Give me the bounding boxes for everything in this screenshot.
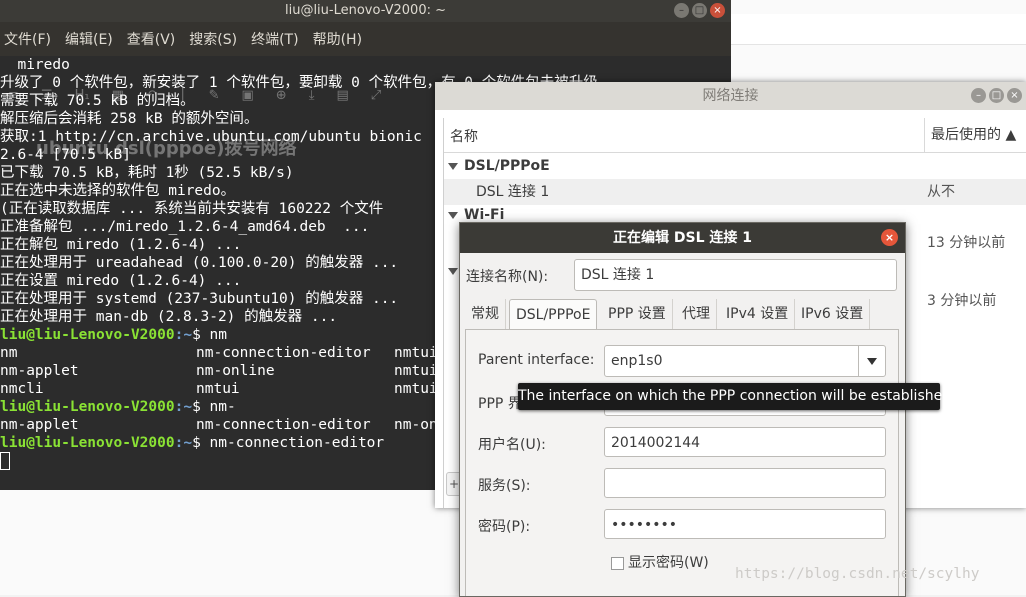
tab-ipv6-settings[interactable]: IPv6 设置 (795, 299, 871, 329)
dialog-titlebar: 正在编辑 DSL 连接 1 × (460, 223, 905, 253)
close-icon[interactable]: × (710, 3, 725, 18)
completion-item: nm-applet (0, 363, 79, 379)
terminal-titlebar: liu@liu-Lenovo-V2000: ~ – □ × (0, 0, 731, 22)
terminal-menubar: 文件(F) 编辑(E) 查看(V) 搜索(S) 终端(T) 帮助(H) (0, 22, 731, 56)
show-password-checkbox[interactable] (611, 557, 624, 570)
menu-search[interactable]: 搜索(S) (189, 29, 237, 49)
connection-row-dsl[interactable]: DSL 连接 1 从不 (444, 179, 1026, 205)
terminal-line: miredo (0, 57, 70, 73)
expander-icon (448, 162, 458, 170)
completion-item: nmtui (394, 363, 438, 379)
group-dsl-label: DSL/PPPoE (464, 158, 550, 174)
watermark: https://blog.csdn.net/scylhy (735, 566, 980, 582)
chevron-down-icon (867, 358, 877, 365)
service-field[interactable] (604, 468, 886, 498)
prompt-user: liu@liu-Lenovo-V2000 (0, 327, 175, 343)
tab-proxy[interactable]: 代理 (676, 299, 717, 329)
tooltip: The interface on which the PPP connectio… (518, 383, 956, 410)
username-label: 用户名(U): (478, 437, 546, 453)
completion-item: nm-online (196, 363, 275, 379)
dsl-settings-panel: Parent interface: enp1s0 PPP 界面(I): ppp … (465, 329, 899, 596)
parent-interface-label: Parent interface: (478, 352, 595, 368)
connection-last-used: 13 分钟以前 (927, 235, 1006, 251)
show-password-label: 显示密码(W) (628, 555, 709, 571)
network-connections-title: 网络连接 (702, 88, 759, 104)
parent-interface-select[interactable]: enp1s0 (604, 345, 886, 377)
minimize-icon[interactable]: – (971, 88, 986, 103)
menu-edit[interactable]: 编辑(E) (65, 29, 113, 49)
menu-view[interactable]: 查看(V) (127, 29, 176, 49)
minimize-icon[interactable]: – (674, 3, 689, 18)
completion-item: nmtui (394, 345, 438, 361)
parent-interface-value: enp1s0 (611, 353, 663, 369)
terminal-title: liu@liu-Lenovo-V2000: ~ (284, 3, 447, 18)
completion-item: nm (0, 345, 18, 361)
close-icon[interactable]: × (1007, 88, 1022, 103)
maximize-icon[interactable]: □ (692, 3, 707, 18)
group-wifi-label: Wi-Fi (464, 207, 505, 223)
completion-item: nm-applet (0, 417, 79, 433)
terminal-cursor (0, 452, 10, 470)
completion-item: nmtui (196, 381, 240, 397)
column-header-name[interactable]: 名称 (450, 126, 478, 146)
connection-list-header: 名称 最后使用的 ▲ (444, 118, 1026, 153)
prompt-user: liu@liu-Lenovo-V2000 (0, 435, 175, 451)
prompt-path: :~ (174, 327, 193, 343)
tab-ipv4-settings[interactable]: IPv4 设置 (720, 299, 796, 329)
password-label: 密码(P): (478, 519, 531, 535)
expander-icon (448, 211, 458, 219)
network-window-controls: – □ × (971, 88, 1022, 103)
close-icon[interactable]: × (881, 229, 898, 246)
menu-terminal[interactable]: 终端(T) (251, 29, 298, 49)
username-field[interactable]: 2014002144 (604, 427, 886, 457)
network-connections-titlebar: 网络连接 – □ × (435, 82, 1026, 110)
tab-ppp-settings[interactable]: PPP 设置 (602, 299, 673, 329)
prompt-user: liu@liu-Lenovo-V2000 (0, 399, 175, 415)
tab-general[interactable]: 常规 (465, 299, 506, 329)
dialog-title: 正在编辑 DSL 连接 1 (613, 230, 752, 246)
prompt-command: $ nm- (192, 399, 236, 415)
prompt-command: $ nm-connection-editor (192, 435, 385, 451)
service-label: 服务(S): (478, 478, 531, 494)
prompt-command: $ nm (192, 327, 227, 343)
group-dsl[interactable]: DSL/PPPoE (444, 153, 1026, 179)
completion-item: nm-connection-editor (196, 345, 371, 361)
completion-item: nm-connection-editor (196, 417, 371, 433)
connection-last-used: 从不 (927, 184, 955, 200)
completion-item: nm-on (394, 417, 438, 433)
dropdown-arrow[interactable] (858, 346, 885, 376)
settings-tabs: 常规 DSL/PPPoE PPP 设置 代理 IPv4 设置 IPv6 设置 (465, 299, 897, 330)
expander-icon (448, 267, 458, 275)
prompt-path: :~ (174, 435, 193, 451)
menu-help[interactable]: 帮助(H) (313, 29, 362, 49)
tab-dsl-pppoe[interactable]: DSL/PPPoE (509, 299, 598, 330)
background-page-strip (720, 14, 1026, 45)
maximize-icon[interactable]: □ (989, 88, 1004, 103)
column-header-last-used[interactable]: 最后使用的 ▲ (924, 118, 1026, 152)
menu-file[interactable]: 文件(F) (4, 29, 51, 49)
connection-name-field[interactable]: DSL 连接 1 (574, 259, 897, 291)
completion-item: nmcli (0, 381, 44, 397)
connection-name-label: 连接名称(N): (466, 269, 549, 285)
terminal-window-controls: – □ × (674, 3, 725, 18)
connection-name: DSL 连接 1 (476, 184, 550, 200)
connection-last-used: 3 分钟以前 (927, 293, 997, 309)
completion-item: nmtui (394, 381, 438, 397)
prompt-path: :~ (174, 399, 193, 415)
password-field[interactable]: •••••••• (604, 509, 886, 539)
